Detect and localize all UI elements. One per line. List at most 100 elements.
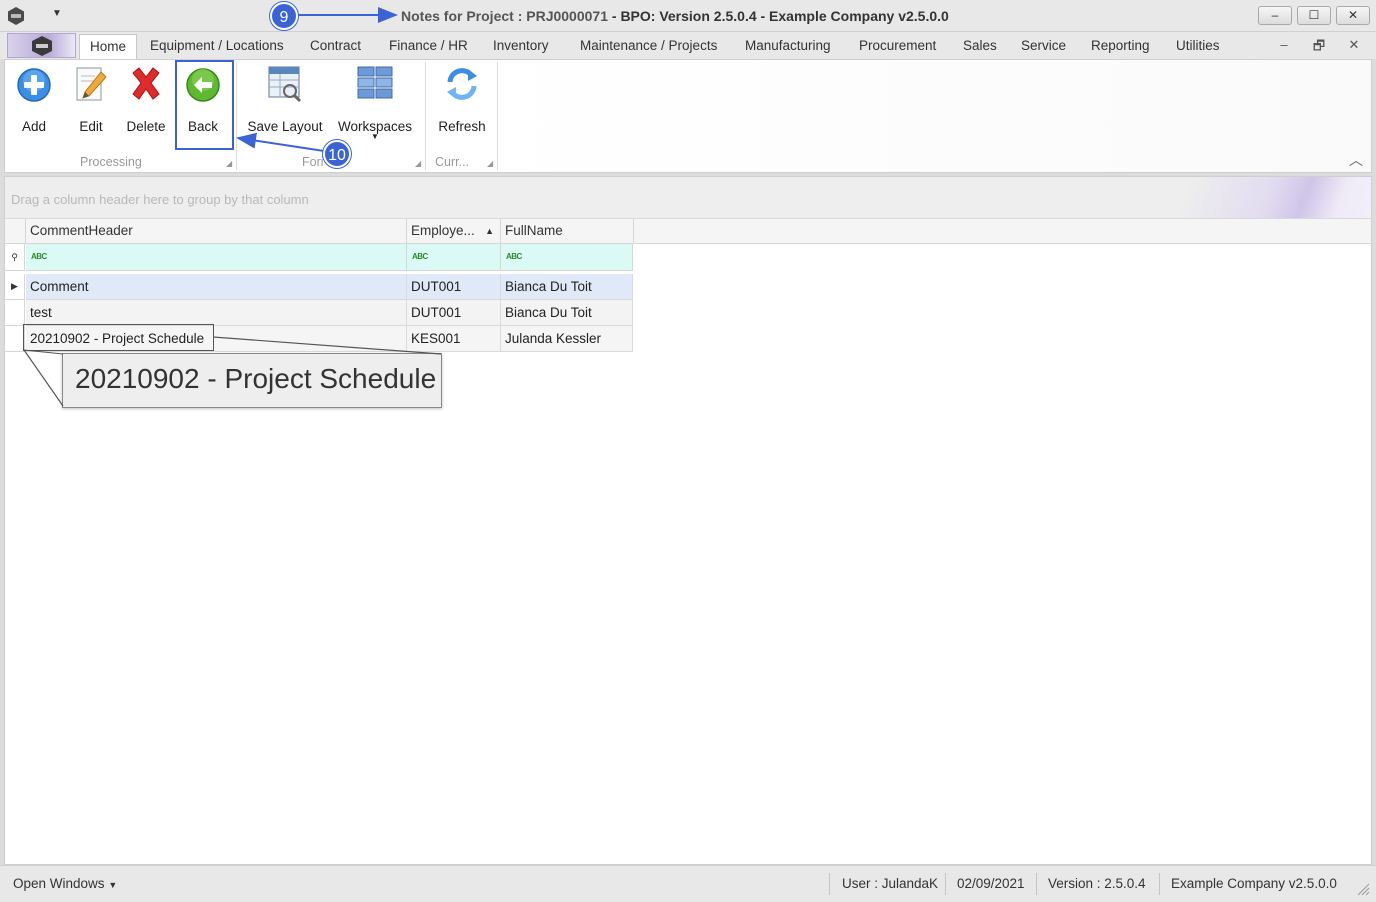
mdi-minimize-button[interactable]: –	[1275, 37, 1293, 52]
tab-manufacturing[interactable]: Manufacturing	[745, 36, 831, 58]
status-separator	[1036, 873, 1037, 895]
tab-sales[interactable]: Sales	[963, 36, 997, 58]
refresh-button-label: Refresh	[438, 119, 486, 134]
tab-equipment-locations[interactable]: Equipment / Locations	[150, 36, 284, 58]
cell-employee[interactable]: DUT001	[407, 274, 501, 300]
delete-button[interactable]: Delete	[123, 64, 169, 154]
add-circle-icon	[17, 68, 51, 102]
quick-access-dropdown-icon[interactable]: ▼	[50, 8, 64, 22]
column-header-employee-label: Employe...	[411, 223, 475, 238]
cell-employee[interactable]: DUT001	[407, 300, 501, 326]
abc-filter-icon: ABC	[506, 252, 522, 261]
ribbon-tabs: Home Equipment / Locations Contract Fina…	[0, 32, 1376, 59]
tab-finance-hr[interactable]: Finance / HR	[389, 36, 468, 58]
row-indicator-header	[5, 219, 26, 244]
status-separator	[945, 873, 946, 895]
app-logo-icon[interactable]	[6, 6, 26, 26]
auto-filter-row: ⚲ ABC ABC ABC	[5, 244, 633, 271]
cell-commentheader[interactable]: test	[26, 300, 407, 326]
red-x-icon	[132, 67, 160, 100]
format-group-launcher-icon[interactable]: ◢	[415, 159, 421, 168]
row-indicator	[5, 300, 25, 326]
filter-cell-fullname[interactable]: ABC	[501, 244, 633, 271]
save-layout-button[interactable]: Save Layout	[245, 64, 325, 154]
edit-button[interactable]: Edit	[69, 64, 113, 154]
abc-filter-icon: ABC	[412, 252, 428, 261]
pencil-icon	[76, 67, 107, 101]
add-button[interactable]: Add	[11, 64, 57, 154]
current-group-label: Curr...	[435, 155, 470, 169]
column-header-fullname[interactable]: FullName	[501, 219, 634, 244]
cell-fullname[interactable]: Bianca Du Toit	[501, 300, 633, 326]
filter-cell-commentheader[interactable]: ABC	[26, 244, 407, 271]
window-title: Notes for Project : PRJ0000071 - BPO: Ve…	[401, 8, 949, 24]
format-group-label: Fori	[302, 155, 324, 169]
status-separator	[829, 873, 830, 895]
processing-group-label: Processing	[80, 155, 142, 169]
notes-grid: Drag a column header here to group by th…	[4, 176, 1372, 865]
add-button-label: Add	[21, 119, 47, 134]
table-row[interactable]: test DUT001 Bianca Du Toit	[5, 300, 633, 326]
window-close-button[interactable]: ✕	[1336, 6, 1370, 25]
zoom-callout-text: 20210902 - Project Schedule	[75, 363, 437, 394]
column-header-commentheader[interactable]: CommentHeader	[26, 219, 407, 244]
status-version: Version : 2.5.0.4	[1048, 876, 1146, 891]
tab-service[interactable]: Service	[1021, 36, 1066, 58]
window-maximize-button[interactable]: ☐	[1297, 6, 1331, 25]
tab-utilities[interactable]: Utilities	[1176, 36, 1220, 58]
filter-cell-employee[interactable]: ABC	[407, 244, 501, 271]
status-bar: Open Windows ▼ User : JulandaK 02/09/202…	[0, 865, 1376, 902]
cell-employee[interactable]: KES001	[407, 326, 501, 352]
cell-fullname[interactable]: Julanda Kessler	[501, 326, 633, 352]
annotation-badge-10: 10	[323, 140, 351, 168]
filter-row-indicator-icon: ⚲	[5, 244, 25, 271]
abc-filter-icon: ABC	[31, 252, 47, 261]
title-prefix: Notes for Project :	[401, 8, 527, 24]
refresh-button[interactable]: Refresh	[433, 64, 491, 154]
save-layout-icon	[268, 66, 302, 103]
processing-group-launcher-icon[interactable]: ◢	[226, 159, 232, 168]
row-indicator	[5, 326, 25, 352]
mdi-restore-button[interactable]: 🗗	[1310, 37, 1328, 59]
table-row[interactable]: ▶ Comment DUT001 Bianca Du Toit	[5, 274, 633, 300]
open-windows-label: Open Windows	[13, 876, 105, 891]
open-windows-menu[interactable]: Open Windows ▼	[13, 876, 117, 891]
workspaces-grid-icon	[357, 66, 393, 99]
window-minimize-button[interactable]: –	[1258, 6, 1292, 25]
column-header-row: CommentHeader Employe... ▲ FullName	[5, 219, 1371, 244]
tab-home[interactable]: Home	[79, 34, 138, 59]
edit-button-label: Edit	[79, 119, 103, 134]
tab-reporting[interactable]: Reporting	[1091, 36, 1150, 58]
tab-maintenance-projects[interactable]: Maintenance / Projects	[580, 36, 717, 58]
status-separator	[1159, 873, 1160, 895]
workspaces-button[interactable]: Workspaces ▼	[337, 64, 413, 154]
group-by-panel[interactable]: Drag a column header here to group by th…	[5, 177, 1371, 219]
title-project-code: PRJ0000071	[526, 8, 608, 24]
tab-inventory[interactable]: Inventory	[493, 36, 549, 58]
cell-commentheader[interactable]: Comment	[26, 274, 407, 300]
tab-contract[interactable]: Contract	[310, 36, 361, 58]
cell-fullname[interactable]: Bianca Du Toit	[501, 274, 633, 300]
group-separator	[425, 62, 426, 170]
group-separator	[497, 62, 498, 170]
status-company: Example Company v2.5.0.0	[1171, 876, 1337, 891]
sort-ascending-icon: ▲	[485, 226, 494, 236]
chevron-down-icon: ▼	[108, 880, 118, 890]
group-separator	[236, 62, 237, 170]
mdi-close-button[interactable]: ✕	[1345, 37, 1363, 53]
column-header-employee[interactable]: Employe... ▲	[407, 219, 501, 244]
app-menu-logo-icon	[32, 36, 52, 56]
title-suffix: - BPO: Version 2.5.0.4 - Example Company…	[608, 8, 949, 24]
refresh-icon	[447, 68, 477, 100]
save-layout-button-label: Save Layout	[247, 119, 323, 134]
delete-button-label: Delete	[126, 119, 166, 134]
back-button-highlight	[175, 60, 234, 150]
application-menu-button[interactable]	[7, 33, 76, 58]
zoom-source-outline	[23, 324, 214, 351]
tab-procurement[interactable]: Procurement	[859, 36, 936, 58]
group-panel-hint: Drag a column header here to group by th…	[11, 192, 309, 207]
resize-grip-icon[interactable]	[1356, 882, 1370, 896]
title-bar: ▼ Notes for Project : PRJ0000071 - BPO: …	[0, 0, 1376, 32]
current-group-launcher-icon[interactable]: ◢	[487, 159, 493, 168]
collapse-ribbon-chevron-up-icon[interactable]: ︿	[1349, 150, 1363, 170]
